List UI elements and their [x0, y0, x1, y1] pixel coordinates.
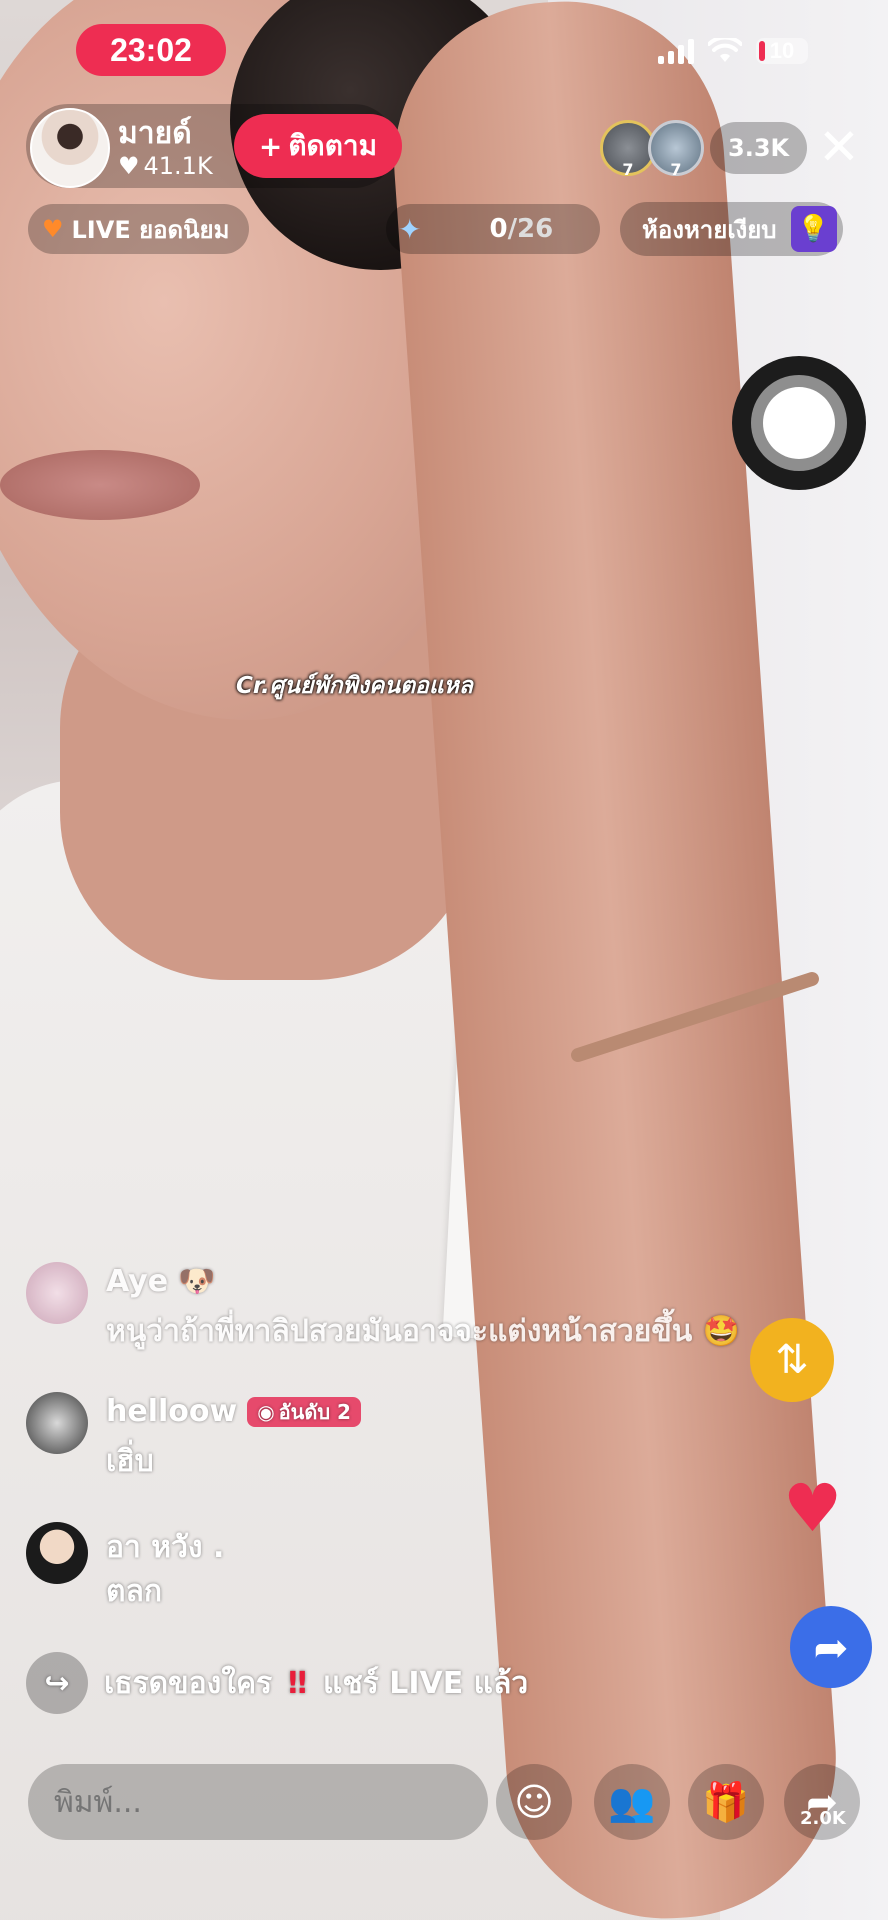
close-icon[interactable]: ✕	[818, 122, 860, 172]
gift-icon[interactable]: 🎁	[688, 1764, 764, 1840]
lightbulb-icon: 💡	[790, 206, 837, 252]
host-likes: ♥ 41.1K	[118, 152, 213, 180]
top-viewers[interactable]: 7 7 3.3K	[600, 120, 808, 179]
room-pill[interactable]: ห้องหายเงียบ 💡	[620, 202, 843, 256]
medal-icon: ◉	[257, 1399, 275, 1424]
avatar[interactable]	[26, 1522, 88, 1584]
chat-username[interactable]: helloow	[106, 1394, 237, 1429]
battery-level: 10	[769, 38, 795, 63]
emoji-icon[interactable]: ☺	[496, 1764, 572, 1840]
rank-badge-label: อันดับ 2	[278, 1399, 351, 1424]
chat-username[interactable]: อา หวัง .	[106, 1524, 224, 1571]
lips	[0, 450, 200, 520]
viewer-rank-badge: 7	[622, 160, 634, 179]
live-ranking-label: LIVE ยอดนิยม	[71, 215, 230, 244]
heart-icon: ♥	[118, 152, 140, 180]
status-icons: 10	[658, 38, 808, 64]
wifi-icon	[708, 38, 742, 62]
rank-badge: ◉ อันดับ 2	[247, 1396, 361, 1427]
avatar[interactable]	[26, 1392, 88, 1454]
host-name[interactable]: มายด์	[118, 110, 192, 157]
host-avatar[interactable]	[30, 108, 110, 188]
room-label: ห้องหายเงียบ	[642, 215, 777, 244]
goal-total: /26	[507, 214, 554, 244]
screen-record-button[interactable]	[732, 356, 866, 490]
chat-text: หนูว่าถ้าพี่ทาลิปสวยมันอาจจะแต่งหน้าสวยข…	[106, 1314, 693, 1349]
comment-input[interactable]	[28, 1764, 488, 1840]
gift-goal-pill[interactable]: ✦ 0 /26	[386, 204, 600, 254]
forward-share-icon[interactable]: ➦	[790, 1606, 872, 1688]
goal-current: 0	[489, 214, 508, 244]
status-time: 23:02	[76, 24, 226, 76]
repost-icon[interactable]: ⇅	[750, 1318, 834, 1402]
live-video-background	[0, 0, 888, 1920]
viewer-avatar[interactable]: 7	[648, 120, 704, 179]
cellular-signal-icon	[658, 38, 694, 64]
multi-guest-icon[interactable]: 👥	[594, 1764, 670, 1840]
share-notice-user[interactable]: เธรดของใคร	[104, 1660, 272, 1707]
gem-icon: ✦	[398, 212, 422, 246]
like-heart-icon[interactable]: ♥	[783, 1470, 842, 1547]
dog-emoji-icon: 🐶	[178, 1264, 216, 1299]
viewer-rank-badge: 7	[670, 160, 682, 179]
follow-button[interactable]: + ติดตาม	[234, 114, 402, 178]
share-notice-action: แชร์ LIVE แล้ว	[322, 1665, 529, 1701]
viewer-count[interactable]: 3.3K	[710, 122, 808, 174]
plus-icon: +	[258, 129, 283, 163]
star-eyes-emoji-icon: 🤩	[702, 1314, 741, 1349]
heart-badge-icon: ♥	[42, 215, 64, 243]
follow-label: ติดตาม	[288, 129, 378, 162]
host-likes-count: 41.1K	[143, 152, 213, 180]
share-notice: ↪ เธรดของใคร ‼ แชร์ LIVE แล้ว	[26, 1652, 528, 1714]
double-exclamation-icon: ‼	[288, 1665, 307, 1701]
battery-icon: 10	[756, 38, 808, 64]
avatar[interactable]	[26, 1262, 88, 1324]
chat-username[interactable]: Aye	[106, 1264, 168, 1299]
share-arrow-icon: ↪	[26, 1652, 88, 1714]
chat-text: ตลก	[106, 1574, 163, 1609]
watermark-credit: Cr.ศูนย์พักพิงคนตอแหล	[236, 673, 473, 699]
chat-text: เฮิ่บ	[106, 1444, 154, 1479]
live-ranking-pill[interactable]: ♥ LIVE ยอดนิยม	[28, 204, 250, 254]
share-count: 2.0K	[800, 1808, 846, 1829]
